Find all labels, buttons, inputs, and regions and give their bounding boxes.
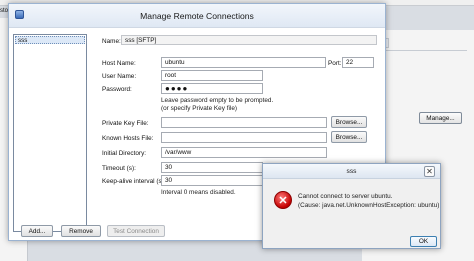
initial-directory-label: Initial Directory: — [102, 149, 147, 157]
private-key-label: Private Key File: — [102, 119, 149, 127]
dialog-title: Manage Remote Connections — [140, 10, 254, 21]
keepalive-note: Interval 0 means disabled. — [161, 189, 236, 196]
known-hosts-label: Known Hosts File: — [102, 134, 154, 142]
error-message-line2: (Cause: java.net.UnknownHostException: u… — [298, 202, 440, 209]
connection-list-item[interactable]: sss — [15, 36, 85, 44]
private-key-browse-button[interactable]: Browse... — [331, 116, 367, 128]
host-name-input[interactable]: ubuntu — [161, 57, 326, 68]
port-input[interactable]: 22 — [342, 57, 374, 68]
port-label: Port: — [328, 59, 342, 67]
add-connection-button[interactable]: Add... — [21, 225, 53, 237]
app-icon — [15, 10, 24, 19]
name-field: sss [SFTP] — [121, 35, 377, 45]
name-label: Name: — [102, 37, 121, 45]
user-name-input[interactable]: root — [161, 70, 263, 81]
test-connection-button[interactable]: Test Connection — [107, 225, 165, 237]
known-hosts-input[interactable] — [161, 132, 327, 143]
password-input[interactable]: ●●●● — [161, 83, 263, 94]
keepalive-input[interactable]: 30 — [161, 175, 263, 186]
initial-directory-input[interactable]: /var/www — [161, 147, 327, 158]
ok-button[interactable]: OK — [410, 236, 437, 247]
timeout-input[interactable]: 30 — [161, 162, 263, 173]
private-key-input[interactable] — [161, 117, 327, 128]
background-manage-button[interactable]: Manage... — [419, 112, 462, 124]
password-label: Password: — [102, 85, 132, 93]
dialog-titlebar[interactable]: Manage Remote Connections — [9, 4, 385, 28]
close-icon[interactable]: ✕ — [424, 166, 435, 177]
error-dialog: sss ✕ ✕ Cannot connect to server ubuntu.… — [262, 163, 441, 249]
host-name-label: Host Name: — [102, 59, 136, 67]
password-hint-line2: (or specify Private Key file) — [161, 105, 238, 112]
error-dialog-title: sss — [346, 167, 357, 175]
known-hosts-browse-button[interactable]: Browse... — [331, 131, 367, 143]
keepalive-label: Keep-alive interval (s): — [102, 177, 166, 185]
connection-list[interactable]: sss — [13, 34, 87, 232]
user-name-label: User Name: — [102, 72, 137, 80]
remove-connection-button[interactable]: Remove — [61, 225, 101, 237]
password-hint-line1: Leave password empty to be prompted. — [161, 97, 274, 104]
timeout-label: Timeout (s): — [102, 164, 136, 172]
error-message-line1: Cannot connect to server ubuntu. — [298, 193, 393, 200]
error-titlebar[interactable]: sss ✕ — [263, 164, 440, 179]
error-icon: ✕ — [274, 191, 292, 209]
